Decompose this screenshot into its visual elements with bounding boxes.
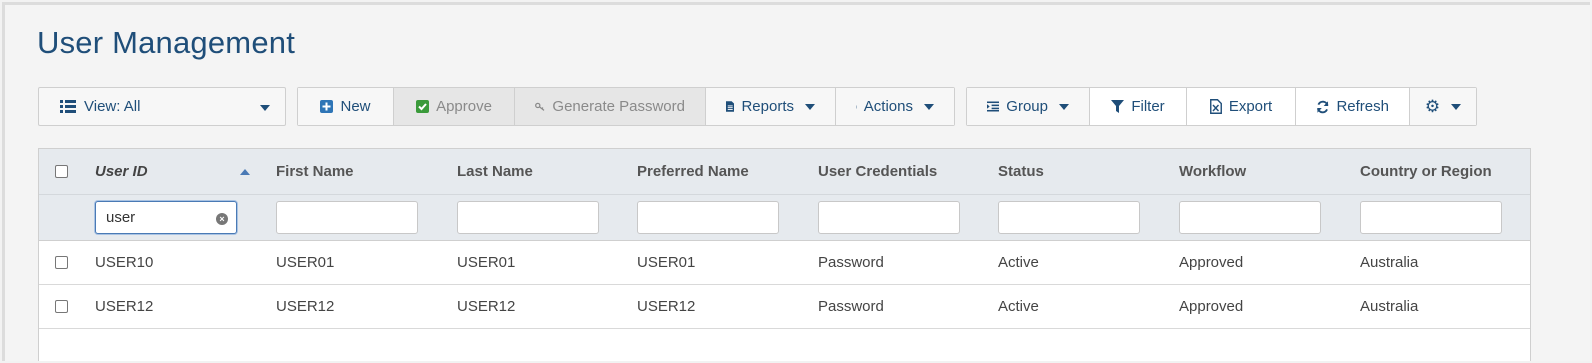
cell-user-id: USER12 [95, 298, 154, 315]
row-checkbox[interactable] [55, 300, 68, 313]
group-label: Group [1006, 98, 1048, 115]
filter-row: × [39, 195, 1530, 241]
view-select[interactable]: View: All [38, 87, 286, 126]
select-all-checkbox-cell [55, 149, 68, 194]
reports-label: Reports [741, 98, 794, 115]
row-checkbox-cell [55, 241, 68, 284]
credentials-filter-input[interactable] [818, 201, 960, 234]
view-toolbar: Group Filter Export Refresh ⚙ [966, 87, 1477, 126]
chevron-down-icon [924, 103, 934, 110]
refresh-label: Refresh [1336, 98, 1389, 115]
last-name-filter-input[interactable] [457, 201, 599, 234]
document-icon [726, 101, 735, 112]
cell-status: Active [998, 298, 1039, 315]
column-header-country[interactable]: Country or Region [1360, 149, 1492, 194]
refresh-button[interactable]: Refresh [1296, 88, 1410, 125]
primary-actions-group: New Approve Generate Password Reports Ac… [297, 87, 955, 126]
filter-button[interactable]: Filter [1090, 88, 1187, 125]
country-filter-input[interactable] [1360, 201, 1502, 234]
chevron-down-icon [1451, 103, 1462, 110]
chevron-down-icon [805, 103, 815, 110]
app-frame: User Management View: All New Approve Ge… [2, 2, 1590, 361]
status-filter-input[interactable] [998, 201, 1140, 234]
actions-label: Actions [863, 98, 913, 115]
page-title: User Management [37, 25, 296, 60]
check-square-icon [416, 100, 430, 113]
filter-label: Filter [1131, 98, 1165, 115]
cell-user-credentials: Password [818, 298, 884, 315]
table-row[interactable]: USER10 USER01 USER01 USER01 Password Act… [39, 241, 1530, 285]
cell-status: Active [998, 254, 1039, 271]
cell-last-name: USER12 [457, 298, 516, 315]
cell-preferred-name: USER12 [637, 298, 696, 315]
column-header-status[interactable]: Status [998, 149, 1044, 194]
generate-password-button[interactable]: Generate Password [515, 88, 706, 125]
column-header-last-name[interactable]: Last Name [457, 149, 533, 194]
chevron-down-icon [1059, 103, 1069, 110]
approve-label: Approve [436, 98, 492, 115]
clear-filter-icon[interactable]: × [216, 213, 228, 225]
cell-country: Australia [1360, 254, 1419, 271]
column-header-user-credentials[interactable]: User Credentials [818, 149, 937, 194]
table-header: User ID First Name Last Name Preferred N… [39, 149, 1530, 195]
column-header-preferred-name[interactable]: Preferred Name [637, 149, 749, 194]
generate-password-label: Generate Password [552, 98, 685, 115]
new-button[interactable]: New [298, 88, 394, 125]
actions-button[interactable]: Actions [836, 88, 954, 125]
list-view-icon [60, 100, 76, 113]
cell-first-name: USER12 [276, 298, 335, 315]
cell-user-credentials: Password [818, 254, 884, 271]
row-checkbox[interactable] [55, 256, 68, 269]
cell-first-name: USER01 [276, 254, 335, 271]
column-header-user-id[interactable]: User ID [95, 149, 250, 194]
filter-icon [1111, 100, 1125, 113]
plus-square-icon [320, 100, 334, 113]
key-icon [535, 102, 545, 111]
first-name-filter-input[interactable] [276, 201, 418, 234]
settings-button[interactable]: ⚙ [1410, 88, 1476, 125]
table-row[interactable]: USER12 USER12 USER12 USER12 Password Act… [39, 285, 1530, 329]
group-button[interactable]: Group [967, 88, 1090, 125]
workflow-filter-input[interactable] [1179, 201, 1321, 234]
cell-country: Australia [1360, 298, 1419, 315]
approve-button[interactable]: Approve [394, 88, 515, 125]
indent-icon [987, 101, 1000, 112]
vertical-ellipsis-icon [856, 105, 857, 108]
export-label: Export [1228, 98, 1273, 115]
cell-last-name: USER01 [457, 254, 516, 271]
view-actions-group: Group Filter Export Refresh ⚙ [966, 87, 1477, 126]
excel-file-icon [1209, 99, 1222, 114]
export-button[interactable]: Export [1187, 88, 1296, 125]
cell-workflow: Approved [1179, 298, 1244, 315]
column-header-first-name[interactable]: First Name [276, 149, 354, 194]
cell-workflow: Approved [1179, 254, 1244, 271]
sort-ascending-icon [240, 168, 250, 175]
view-select-label: View: All [84, 98, 141, 115]
column-header-label: User ID [95, 163, 148, 180]
column-header-workflow[interactable]: Workflow [1179, 149, 1246, 194]
chevron-down-icon [260, 105, 270, 111]
cell-user-id: USER10 [95, 254, 154, 271]
row-checkbox-cell [55, 285, 68, 328]
new-label: New [340, 98, 371, 115]
action-toolbar: New Approve Generate Password Reports Ac… [297, 87, 955, 126]
cell-preferred-name: USER01 [637, 254, 696, 271]
refresh-icon [1316, 100, 1329, 113]
reports-button[interactable]: Reports [706, 88, 836, 125]
preferred-name-filter-input[interactable] [637, 201, 779, 234]
gear-icon: ⚙ [1424, 97, 1441, 116]
select-all-checkbox[interactable] [55, 165, 68, 178]
user-table: User ID First Name Last Name Preferred N… [38, 148, 1531, 361]
